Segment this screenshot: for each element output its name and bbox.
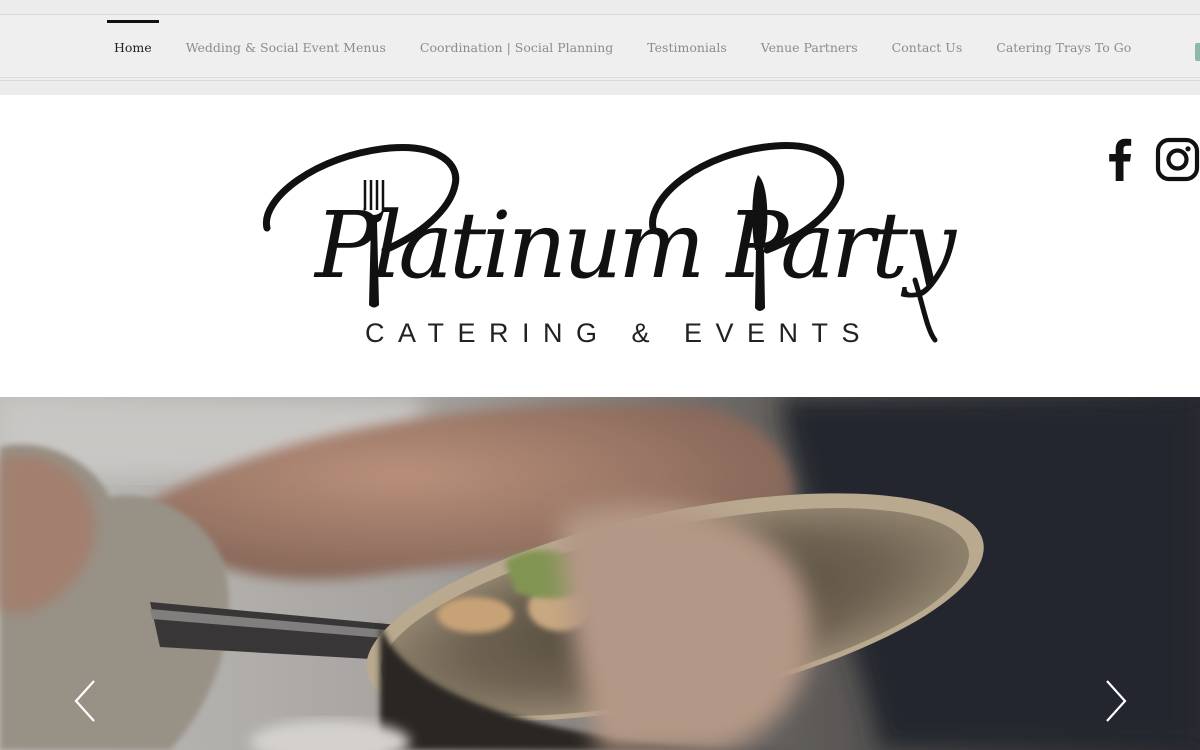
nav-item-home[interactable]: Home	[97, 15, 169, 80]
site-logo[interactable]: Platinum Party CATERING & EVENTS	[255, 140, 956, 355]
nav-item-venue-partners[interactable]: Venue Partners	[744, 15, 875, 80]
social-links	[1098, 137, 1200, 182]
nav-edge-tab[interactable]	[1195, 43, 1200, 61]
nav-item-label: Coordination | Social Planning	[419, 40, 614, 55]
nav-item-label: Contact Us	[891, 40, 963, 55]
chevron-left-icon[interactable]	[72, 679, 98, 723]
nav-item-coordination-social-planning[interactable]: Coordination | Social Planning	[403, 15, 630, 80]
nav-item-contact-us[interactable]: Contact Us	[875, 15, 980, 80]
logo-script-text: Platinum Party	[315, 192, 956, 299]
hero-slideshow	[0, 397, 1200, 750]
logo-tagline: CATERING & EVENTS	[365, 318, 874, 348]
main-navigation: Home Wedding & Social Event Menus Coordi…	[0, 14, 1200, 81]
nav-item-testimonials[interactable]: Testimonials	[630, 15, 744, 80]
facebook-icon[interactable]	[1098, 137, 1143, 182]
nav-item-label: Home	[114, 40, 152, 55]
nav-item-catering-trays-to-go[interactable]: Catering Trays To Go	[979, 15, 1148, 80]
nav-item-label: Testimonials	[647, 40, 727, 55]
nav-item-wedding-social-event-menus[interactable]: Wedding & Social Event Menus	[169, 15, 403, 80]
nav-item-label: Wedding & Social Event Menus	[185, 40, 386, 55]
chevron-right-icon[interactable]	[1103, 679, 1129, 723]
hero-image	[0, 397, 1200, 750]
nav-menu: Home Wedding & Social Event Menus Coordi…	[97, 15, 1148, 80]
site-header: Platinum Party CATERING & EVENTS	[0, 95, 1200, 397]
nav-item-label: Catering Trays To Go	[996, 40, 1132, 55]
instagram-icon[interactable]	[1155, 137, 1200, 182]
nav-item-label: Venue Partners	[760, 40, 858, 55]
